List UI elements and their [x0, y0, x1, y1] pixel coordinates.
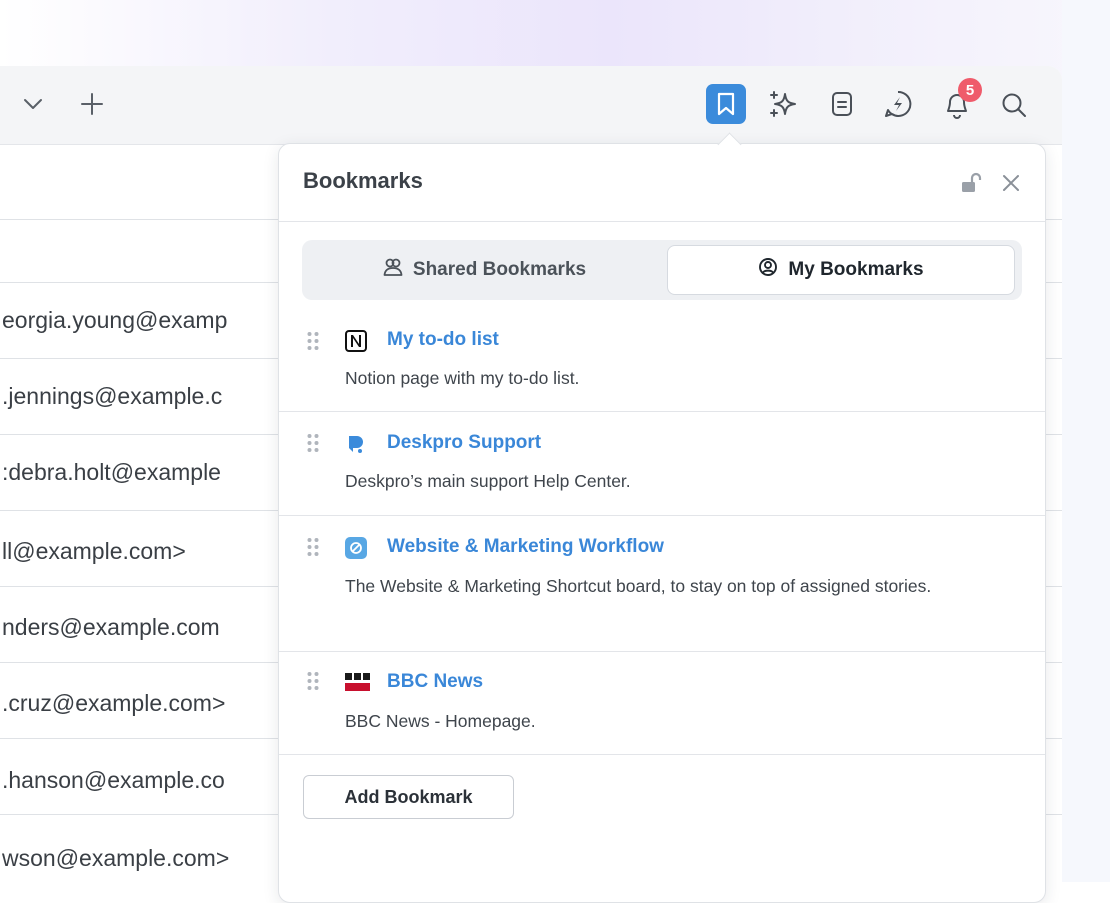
drag-handle-icon[interactable]: [307, 671, 319, 696]
email-address: :debra.holt@example: [2, 459, 221, 485]
bookmark-link[interactable]: Website & Marketing Workflow: [387, 536, 664, 558]
drag-handle-icon[interactable]: [307, 537, 319, 562]
email-address: wson@example.com>: [2, 845, 230, 871]
bookmark-link[interactable]: My to-do list: [387, 329, 499, 351]
bookmark-item[interactable]: BBC News BBC News - Homepage.: [279, 652, 1045, 755]
drag-handle-icon[interactable]: [307, 331, 319, 356]
page-margin: [1062, 0, 1110, 882]
notion-logo-icon: [345, 330, 367, 352]
email-address: .hanson@example.co: [2, 767, 225, 793]
email-address: .cruz@example.com>: [2, 690, 226, 716]
tab-label: My Bookmarks: [788, 259, 924, 280]
bookmark-item[interactable]: My to-do list Notion page with my to-do …: [279, 308, 1045, 412]
plus-icon[interactable]: [80, 92, 104, 116]
bookmarks-popover: Bookmarks Shared Bookmarks My Bookmarks: [278, 143, 1046, 903]
email-address: eorgia.young@examp: [2, 307, 228, 333]
bookmark-icon[interactable]: [706, 84, 746, 124]
email-address: ll@example.com>: [2, 538, 186, 564]
notification-badge: 5: [958, 78, 982, 102]
bookmark-link[interactable]: Deskpro Support: [387, 432, 541, 454]
popover-header: Bookmarks: [279, 144, 1045, 222]
tab-label: Shared Bookmarks: [412, 259, 587, 280]
chevron-down-icon[interactable]: [22, 93, 44, 115]
tab-shared-bookmarks[interactable]: Shared Bookmarks: [307, 245, 662, 295]
bookmark-description: BBC News - Homepage.: [345, 711, 536, 731]
tab-my-bookmarks[interactable]: My Bookmarks: [667, 245, 1015, 295]
lightning-chat-icon[interactable]: [883, 89, 913, 119]
shortcut-logo-icon: [345, 537, 367, 559]
bookmark-link[interactable]: BBC News: [387, 671, 483, 693]
bookmark-item[interactable]: Deskpro Support Deskpro’s main support H…: [279, 412, 1045, 516]
deskpro-logo-icon: [345, 433, 367, 455]
unlock-icon[interactable]: [961, 172, 983, 199]
search-icon[interactable]: [1000, 91, 1028, 119]
bookmark-tabs: Shared Bookmarks My Bookmarks: [302, 240, 1022, 300]
email-address: .jennings@example.c: [2, 383, 223, 409]
add-bookmark-button[interactable]: Add Bookmark: [303, 775, 514, 819]
user-circle-icon: [758, 257, 778, 283]
drag-handle-icon[interactable]: [307, 433, 319, 458]
document-icon[interactable]: [830, 91, 854, 117]
top-toolbar: 5: [0, 66, 1062, 145]
bbc-news-logo-icon: [345, 671, 370, 693]
bookmark-description: The Website & Marketing Shortcut board, …: [345, 576, 932, 596]
email-address: nders@example.com: [2, 614, 220, 640]
bookmark-description: Deskpro’s main support Help Center.: [345, 471, 631, 491]
bookmark-description: Notion page with my to-do list.: [345, 368, 580, 388]
sparkle-icon[interactable]: [768, 89, 798, 119]
popover-title: Bookmarks: [303, 168, 423, 193]
bookmark-item[interactable]: Website & Marketing Workflow The Website…: [279, 516, 1045, 652]
close-icon[interactable]: [1001, 173, 1021, 198]
users-icon: [383, 257, 403, 283]
